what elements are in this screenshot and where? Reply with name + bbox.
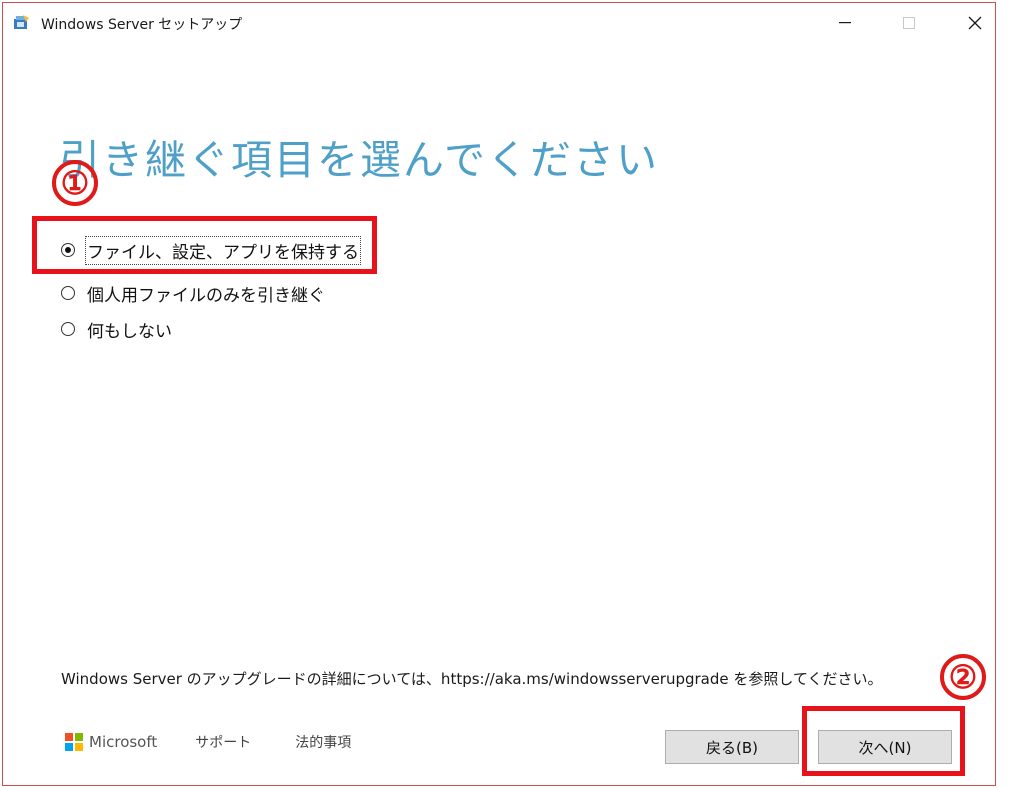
microsoft-logo-icon [65,733,83,751]
highlight-box-option [32,216,377,274]
legal-link[interactable]: 法的事項 [295,732,351,752]
setup-window: Windows Server セットアップ 引き継ぐ項目を選んでください ファイ… [2,2,996,786]
radio-button[interactable] [61,286,75,300]
step-1-badge: ① [52,160,98,206]
step-2-badge: ② [940,654,986,700]
highlight-box-next [802,706,965,776]
option-keep-personal-files[interactable]: 個人用ファイルのみを引き継ぐ [61,280,325,306]
upgrade-info-text: Windows Server のアップグレードの詳細については、https://… [61,670,883,688]
close-icon [968,16,982,30]
close-button[interactable] [955,7,995,39]
minimize-icon [839,22,851,24]
maximize-icon [903,17,915,29]
page-heading: 引き継ぐ項目を選んでください [59,136,659,185]
radio-button[interactable] [61,322,75,336]
support-link[interactable]: サポート [195,732,251,752]
title-bar: Windows Server セットアップ [3,3,995,41]
window-title: Windows Server セットアップ [41,17,243,33]
setup-app-icon [13,13,31,31]
option-nothing[interactable]: 何もしない [61,316,172,342]
option-label: 何もしない [87,321,172,342]
minimize-button[interactable] [825,7,865,39]
footer: Microsoft サポート 法的事項 [65,731,395,753]
maximize-button[interactable] [889,7,929,39]
microsoft-brand: Microsoft [89,733,158,751]
back-button[interactable]: 戻る(B) [665,730,799,764]
option-label: 個人用ファイルのみを引き継ぐ [87,285,325,306]
